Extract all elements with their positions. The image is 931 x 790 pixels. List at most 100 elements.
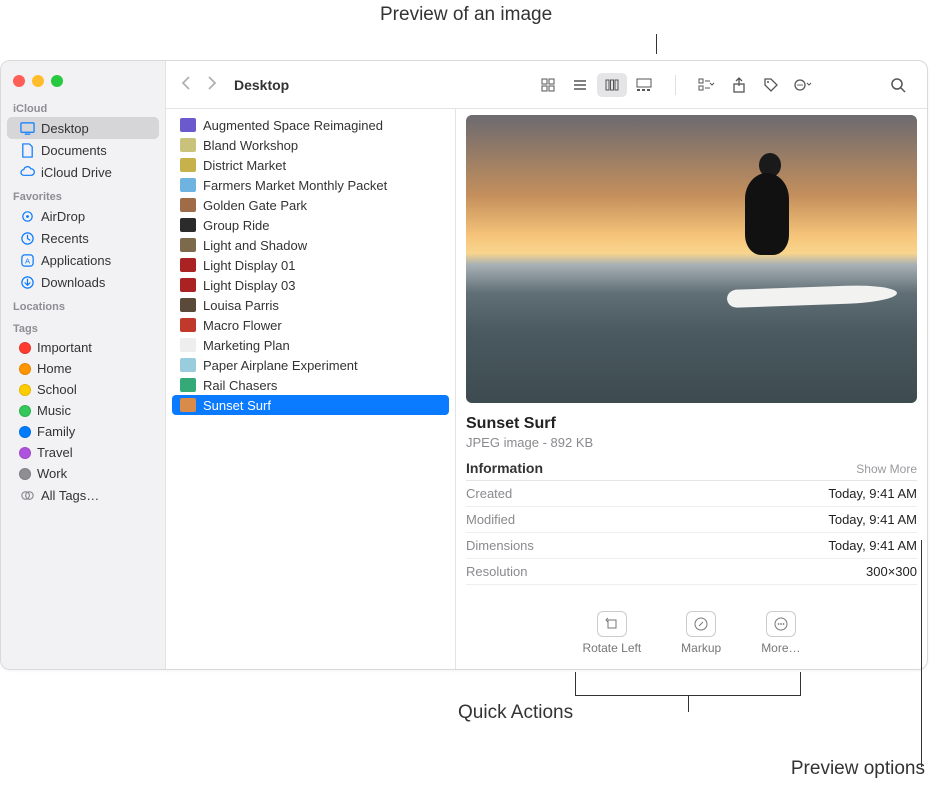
file-item[interactable]: Light Display 01 bbox=[172, 255, 449, 275]
close-window-button[interactable] bbox=[13, 75, 25, 87]
callout-bracket bbox=[575, 672, 801, 696]
sidebar-item-applications[interactable]: A Applications bbox=[7, 249, 159, 271]
svg-text:A: A bbox=[24, 256, 29, 265]
info-row: Dimensions Today, 9:41 AM bbox=[466, 533, 917, 559]
sidebar-tag-family[interactable]: Family bbox=[7, 421, 159, 442]
file-thumb-icon bbox=[180, 358, 196, 372]
sidebar-tag-home[interactable]: Home bbox=[7, 358, 159, 379]
icon-view-button[interactable] bbox=[533, 73, 563, 97]
rotate-left-icon bbox=[597, 611, 627, 637]
sidebar-item-label: iCloud Drive bbox=[41, 165, 112, 180]
file-thumb-icon bbox=[180, 398, 196, 412]
sidebar-item-label: Home bbox=[37, 361, 72, 376]
file-item[interactable]: Light Display 03 bbox=[172, 275, 449, 295]
file-item[interactable]: Farmers Market Monthly Packet bbox=[172, 175, 449, 195]
sidebar-item-label: Recents bbox=[41, 231, 89, 246]
sidebar-item-label: Family bbox=[37, 424, 75, 439]
sidebar-tag-travel[interactable]: Travel bbox=[7, 442, 159, 463]
file-item[interactable]: Louisa Parris bbox=[172, 295, 449, 315]
info-key: Resolution bbox=[466, 564, 527, 579]
quick-action-rotate-left[interactable]: Rotate Left bbox=[582, 611, 641, 655]
back-button[interactable] bbox=[180, 76, 192, 93]
preview-image bbox=[466, 115, 917, 403]
sidebar-tag-school[interactable]: School bbox=[7, 379, 159, 400]
file-label: Light Display 03 bbox=[203, 278, 296, 293]
group-by-button[interactable] bbox=[692, 73, 722, 97]
show-more-button[interactable]: Show More bbox=[856, 462, 917, 476]
file-thumb-icon bbox=[180, 198, 196, 212]
sidebar-item-downloads[interactable]: Downloads bbox=[7, 271, 159, 293]
info-value: Today, 9:41 AM bbox=[828, 538, 917, 553]
file-item[interactable]: Macro Flower bbox=[172, 315, 449, 335]
file-item[interactable]: Bland Workshop bbox=[172, 135, 449, 155]
file-thumb-icon bbox=[180, 178, 196, 192]
tags-button[interactable] bbox=[756, 73, 786, 97]
toolbar: Desktop bbox=[166, 61, 927, 109]
callout-quick-actions: Quick Actions bbox=[458, 702, 573, 724]
info-key: Modified bbox=[466, 512, 515, 527]
file-thumb-icon bbox=[180, 118, 196, 132]
file-thumb-icon bbox=[180, 218, 196, 232]
zoom-window-button[interactable] bbox=[51, 75, 63, 87]
list-view-button[interactable] bbox=[565, 73, 595, 97]
info-key: Dimensions bbox=[466, 538, 534, 553]
clock-icon bbox=[19, 230, 35, 246]
file-label: Golden Gate Park bbox=[203, 198, 307, 213]
sidebar-item-icloud-drive[interactable]: iCloud Drive bbox=[7, 161, 159, 183]
callout-line bbox=[921, 540, 922, 767]
forward-button[interactable] bbox=[206, 76, 218, 93]
file-item[interactable]: Marketing Plan bbox=[172, 335, 449, 355]
sidebar-item-desktop[interactable]: Desktop bbox=[7, 117, 159, 139]
file-item[interactable]: Rail Chasers bbox=[172, 375, 449, 395]
sidebar-item-airdrop[interactable]: AirDrop bbox=[7, 205, 159, 227]
callout-line bbox=[688, 696, 689, 712]
tag-dot-icon bbox=[19, 468, 31, 480]
sidebar-item-label: Desktop bbox=[41, 121, 89, 136]
file-list-column: Augmented Space Reimagined Bland Worksho… bbox=[166, 109, 456, 669]
file-label: Farmers Market Monthly Packet bbox=[203, 178, 387, 193]
tag-dot-icon bbox=[19, 426, 31, 438]
search-button[interactable] bbox=[883, 73, 913, 97]
sidebar-item-label: Work bbox=[37, 466, 67, 481]
toolbar-title: Desktop bbox=[234, 77, 289, 93]
sidebar-tag-music[interactable]: Music bbox=[7, 400, 159, 421]
gallery-view-button[interactable] bbox=[629, 73, 659, 97]
file-item[interactable]: Group Ride bbox=[172, 215, 449, 235]
quick-action-label: Rotate Left bbox=[582, 641, 641, 655]
file-item[interactable]: Golden Gate Park bbox=[172, 195, 449, 215]
file-label: Macro Flower bbox=[203, 318, 282, 333]
finder-window: iCloud Desktop Documents iCloud Drive Fa… bbox=[0, 60, 928, 670]
tag-dot-icon bbox=[19, 342, 31, 354]
sidebar-tag-important[interactable]: Important bbox=[7, 337, 159, 358]
content-row: Augmented Space Reimagined Bland Worksho… bbox=[166, 109, 927, 669]
file-label: Light and Shadow bbox=[203, 238, 307, 253]
sidebar-item-label: Music bbox=[37, 403, 71, 418]
info-value: Today, 9:41 AM bbox=[828, 512, 917, 527]
quick-action-label: Markup bbox=[681, 641, 721, 655]
file-item[interactable]: District Market bbox=[172, 155, 449, 175]
quick-action-more[interactable]: More… bbox=[761, 611, 800, 655]
sidebar-tag-alltags[interactable]: All Tags… bbox=[7, 484, 159, 506]
file-thumb-icon bbox=[180, 298, 196, 312]
sidebar-tag-work[interactable]: Work bbox=[7, 463, 159, 484]
file-thumb-icon bbox=[180, 238, 196, 252]
file-item[interactable]: Augmented Space Reimagined bbox=[172, 115, 449, 135]
quick-action-markup[interactable]: Markup bbox=[681, 611, 721, 655]
sidebar-section-icloud: iCloud bbox=[1, 95, 165, 117]
sidebar-item-documents[interactable]: Documents bbox=[7, 139, 159, 161]
info-header: Information bbox=[466, 460, 543, 476]
minimize-window-button[interactable] bbox=[32, 75, 44, 87]
info-row: Modified Today, 9:41 AM bbox=[466, 507, 917, 533]
sidebar-item-label: Documents bbox=[41, 143, 107, 158]
action-menu-button[interactable] bbox=[788, 73, 818, 97]
column-view-button[interactable] bbox=[597, 73, 627, 97]
tag-dot-icon bbox=[19, 447, 31, 459]
file-label: Rail Chasers bbox=[203, 378, 277, 393]
all-tags-icon bbox=[19, 487, 35, 503]
share-button[interactable] bbox=[724, 73, 754, 97]
file-item-selected[interactable]: Sunset Surf bbox=[172, 395, 449, 415]
file-item[interactable]: Light and Shadow bbox=[172, 235, 449, 255]
sidebar-item-recents[interactable]: Recents bbox=[7, 227, 159, 249]
file-label: Paper Airplane Experiment bbox=[203, 358, 358, 373]
file-item[interactable]: Paper Airplane Experiment bbox=[172, 355, 449, 375]
